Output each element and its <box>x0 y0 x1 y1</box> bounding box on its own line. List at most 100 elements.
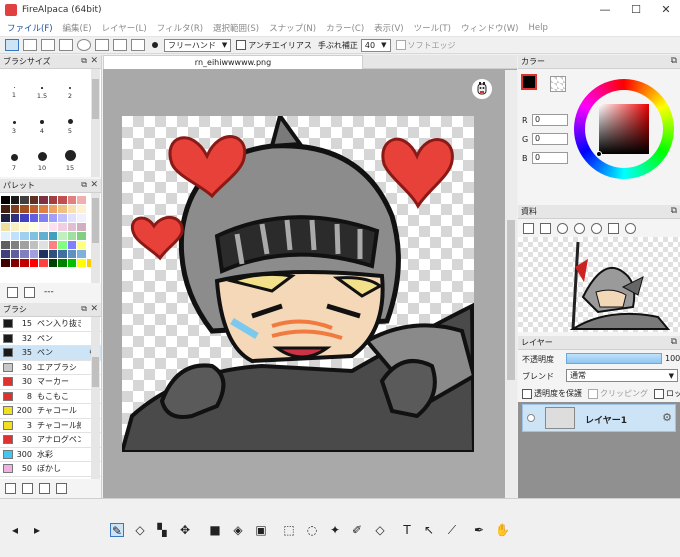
canvas-vertical-scrollbar[interactable] <box>505 70 517 498</box>
antialias-checkbox[interactable]: アンチエイリアス <box>236 40 312 51</box>
palette-swatch[interactable] <box>1 241 10 249</box>
brush-item[interactable]: 3 チャコール線 <box>0 418 101 433</box>
trash-icon[interactable] <box>24 286 35 298</box>
brush-item[interactable]: 32 ペン <box>0 331 101 346</box>
menu-filter[interactable]: フィルタ(R) <box>152 22 208 34</box>
hand-tool-icon[interactable]: ✋ <box>495 523 510 537</box>
palette-swatch[interactable] <box>10 214 19 222</box>
brush-size-15[interactable]: 15 <box>56 150 84 172</box>
palette-swatch[interactable] <box>39 250 48 258</box>
brush-item[interactable]: 30 マーカー <box>0 375 101 390</box>
palette-swatch[interactable] <box>77 205 86 213</box>
snap-settings-icon[interactable] <box>152 42 158 48</box>
palette-swatch[interactable] <box>39 259 48 267</box>
palette-swatch[interactable] <box>48 250 57 258</box>
menu-snap[interactable]: スナップ(N) <box>264 22 321 34</box>
palette-swatch[interactable] <box>1 250 10 258</box>
palette-swatch[interactable] <box>10 259 19 267</box>
palette-swatch[interactable] <box>1 214 10 222</box>
palette-swatch[interactable] <box>39 241 48 249</box>
panel-float-icon[interactable]: ⧉ <box>671 206 677 216</box>
menu-layer[interactable]: レイヤー(L) <box>97 22 152 34</box>
select-rect-icon[interactable]: ⬚ <box>282 523 296 537</box>
palette-swatch[interactable] <box>58 196 67 204</box>
palette-swatch[interactable] <box>48 205 57 213</box>
palette-swatch[interactable] <box>58 241 67 249</box>
palette-swatch[interactable] <box>58 205 67 213</box>
palette-swatch[interactable] <box>20 205 29 213</box>
opacity-slider[interactable] <box>566 353 662 364</box>
select-pen-icon[interactable]: ✐ <box>350 523 364 537</box>
brush-mode-select[interactable]: フリーハンド ▼ <box>164 38 232 52</box>
hue-ring[interactable] <box>574 79 674 179</box>
palette-swatch[interactable] <box>77 259 86 267</box>
minimize-button[interactable]: — <box>590 0 620 19</box>
magic-wand-icon[interactable]: ✦ <box>328 523 342 537</box>
panel-float-icon[interactable]: ⧉ <box>81 180 87 190</box>
brush-item[interactable]: 35ペン⚙ <box>0 346 101 361</box>
palette-swatch[interactable] <box>10 250 19 258</box>
palette-swatch[interactable] <box>77 196 86 204</box>
stabilizer-select[interactable]: 40 ▼ <box>360 38 391 52</box>
palette-swatch[interactable] <box>10 241 19 249</box>
document-tab[interactable]: rn_eihiwwwww.png <box>103 55 363 69</box>
palette-swatch[interactable] <box>1 232 10 240</box>
select-eraser-icon[interactable]: ◇ <box>373 523 387 537</box>
brush-item[interactable]: 15 ペン入り抜き <box>0 317 101 332</box>
palette-swatch[interactable] <box>58 232 67 240</box>
eye-icon[interactable] <box>527 414 535 422</box>
divide-tool-icon[interactable]: ⟋ <box>445 523 459 537</box>
palette-swatch[interactable] <box>39 223 48 231</box>
palette-swatch[interactable] <box>67 205 76 213</box>
palette-swatch[interactable] <box>1 223 10 231</box>
zoom-in-icon[interactable] <box>557 222 568 234</box>
panel-close-icon[interactable]: ✕ <box>90 56 98 66</box>
lasso-tool-icon[interactable]: ◌ <box>305 523 319 537</box>
brush-size-5[interactable]: 5 <box>56 119 84 135</box>
brush-size-scrollbar[interactable] <box>91 69 100 177</box>
maximize-button[interactable]: ☐ <box>621 0 651 19</box>
palette-swatch[interactable] <box>77 250 86 258</box>
fill-rect-icon[interactable]: ■ <box>208 523 222 537</box>
palette-swatch[interactable] <box>29 232 38 240</box>
brush-list-scrollbar[interactable] <box>91 317 100 479</box>
palette-swatch[interactable] <box>77 214 86 222</box>
palette-swatch[interactable] <box>48 241 57 249</box>
palette-swatch[interactable] <box>20 250 29 258</box>
brush-item[interactable]: 8 もこもこ <box>0 389 101 404</box>
palette-swatch[interactable] <box>58 250 67 258</box>
menu-view[interactable]: 表示(V) <box>369 22 408 34</box>
palette-swatch[interactable] <box>48 259 57 267</box>
blend-select[interactable]: 通常 ▼ <box>566 369 678 382</box>
palette-swatch[interactable] <box>48 214 57 222</box>
eraser-tool-icon[interactable]: ◇ <box>133 523 147 537</box>
palette-swatch[interactable] <box>10 223 19 231</box>
panel-close-icon[interactable]: ✕ <box>90 180 98 190</box>
trash-icon[interactable] <box>540 222 551 234</box>
palette-swatch[interactable] <box>39 214 48 222</box>
snap-grid-icon[interactable] <box>59 39 73 51</box>
snap-circle-icon[interactable] <box>95 39 109 51</box>
palette-swatch[interactable] <box>29 196 38 204</box>
brush-size-1-5[interactable]: 1.5 <box>28 87 56 100</box>
navigator-alpaca-icon[interactable] <box>471 78 493 100</box>
palette-swatch[interactable] <box>1 205 10 213</box>
brush-size-7[interactable]: 7 <box>0 154 28 172</box>
palette-swatch[interactable] <box>29 259 38 267</box>
move-tool-icon[interactable]: ✥ <box>178 523 192 537</box>
prev-icon[interactable]: ◂ <box>8 523 22 537</box>
brush-size-10[interactable]: 10 <box>28 152 56 172</box>
dot-tool-icon[interactable]: ▚ <box>155 523 169 537</box>
script-brush-icon[interactable] <box>39 482 50 494</box>
brush-size-2[interactable]: 2 <box>56 87 84 100</box>
palette-swatch[interactable] <box>48 223 57 231</box>
menu-select[interactable]: 選択範囲(S) <box>208 22 264 34</box>
palette-swatch[interactable] <box>77 241 86 249</box>
palette-swatch[interactable] <box>29 214 38 222</box>
foreground-color-swatch[interactable] <box>521 74 537 90</box>
brush-item[interactable]: 50 ぼかし <box>0 462 101 477</box>
snap-curve-icon[interactable] <box>113 39 127 51</box>
bucket-tool-icon[interactable]: ◈ <box>231 523 245 537</box>
clipping-checkbox[interactable] <box>588 388 598 399</box>
palette-swatch[interactable] <box>20 232 29 240</box>
